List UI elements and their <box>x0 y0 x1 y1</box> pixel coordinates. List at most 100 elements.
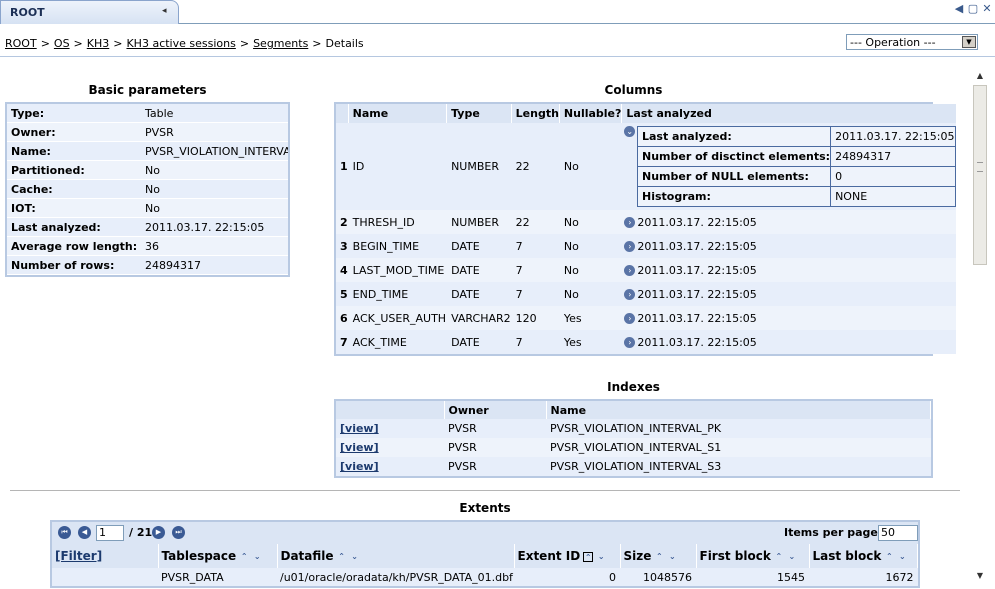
sort-asc-icon[interactable]: ⌃ <box>337 552 347 562</box>
indexes-title: Indexes <box>607 380 660 394</box>
breadcrumb-kh3[interactable]: KH3 <box>87 37 109 50</box>
collapse-icon[interactable]: ⌄ <box>624 126 635 137</box>
ext-header-size[interactable]: Size ⌃ ⌄ <box>620 544 697 568</box>
expand-icon[interactable]: › <box>624 337 636 348</box>
column-type: NUMBER <box>446 123 512 210</box>
columns-title: Columns <box>604 83 663 97</box>
idx-header-owner: Owner <box>444 401 547 419</box>
breadcrumb-os[interactable]: OS <box>54 37 70 50</box>
ext-header-first-block[interactable]: First block ⌃ ⌄ <box>696 544 810 568</box>
view-link[interactable]: [view] <box>340 422 379 435</box>
table-row: 5 END_TIME DATE 7 No › 2011.03.17. 22:15:05 <box>336 282 957 306</box>
table-row: 2 THRESH_ID NUMBER 22 No › 2011.03.17. 22:15:0… <box>336 210 957 234</box>
column-nullable: Yes <box>559 330 622 354</box>
sort-desc-icon[interactable]: ⌄ <box>252 552 262 562</box>
expand-icon[interactable]: › <box>624 265 636 276</box>
index-name: PVSR_VIOLATION_INTERVAL_PK <box>546 419 931 438</box>
last-analyzed-value: 2011.03.17. 22:15:05 <box>637 263 757 277</box>
column-length: 7 <box>511 330 560 354</box>
close-icon[interactable]: ✕ <box>981 2 993 16</box>
row-number: 5 <box>336 282 349 306</box>
breadcrumb-root[interactable]: ROOT <box>5 37 37 50</box>
param-key: Owner: <box>11 126 56 139</box>
col-header-type: Type <box>446 104 512 123</box>
breadcrumb-kh3-active-sessions[interactable]: KH3 active sessions <box>126 37 235 50</box>
column-nullable: Yes <box>559 306 622 330</box>
last-analyzed-value: 2011.03.17. 22:15:05 <box>637 335 757 349</box>
scrollbar-thumb[interactable] <box>973 85 987 265</box>
row-number: 6 <box>336 306 349 330</box>
collapse-arrow-icon[interactable]: ◂ <box>162 6 167 16</box>
sort-asc-icon[interactable]: ⌃ <box>239 552 249 562</box>
sort-desc-icon[interactable]: ⌄ <box>787 552 797 562</box>
tab-root[interactable]: ROOT ◂ <box>0 0 179 24</box>
column-last-analyzed: › 2011.03.17. 22:15:05 <box>621 258 957 282</box>
ext-header-tablespace[interactable]: Tablespace ⌃ ⌄ <box>158 544 278 568</box>
previous-page-icon[interactable]: ◀ <box>78 526 91 539</box>
table-row: [view] PVSR PVSR_VIOLATION_INTERVAL_S3 <box>336 457 931 476</box>
table-row: Number of NULL elements: 0 <box>636 166 956 187</box>
filter-link[interactable]: [Filter] <box>52 544 159 568</box>
vertical-scrollbar[interactable]: ▲ ▼ <box>972 67 988 583</box>
sort-desc-icon[interactable]: ⌄ <box>667 552 677 562</box>
maximize-icon[interactable]: ▢ <box>967 2 979 16</box>
table-row: Owner: PVSR <box>7 123 288 142</box>
details-content: Basic parameters Type: Table Owner: PVSR Nam… <box>0 58 970 589</box>
param-key: Last analyzed: <box>11 221 101 234</box>
row-number: 2 <box>336 210 349 234</box>
previous-arrow-icon[interactable]: ◀ <box>953 2 965 16</box>
first-page-icon[interactable]: ⏮ <box>58 526 71 539</box>
param-key: Average row length: <box>11 240 138 253</box>
extent-last-block: 1672 <box>809 568 918 586</box>
column-nullable: No <box>559 282 622 306</box>
ext-header-datafile[interactable]: Datafile ⌃ ⌄ <box>277 544 515 568</box>
sort-desc-icon[interactable]: ⌄ <box>350 552 360 562</box>
view-link[interactable]: [view] <box>340 460 379 473</box>
param-value: No <box>145 164 160 177</box>
sort-desc-icon[interactable]: ⌄ <box>897 552 907 562</box>
index-owner: PVSR <box>444 419 546 438</box>
sort-desc-icon[interactable]: ⌄ <box>596 552 606 562</box>
column-last-analyzed: › 2011.03.17. 22:15:05 <box>621 210 957 234</box>
last-page-icon[interactable]: ⏭ <box>172 526 185 539</box>
next-page-icon[interactable]: ▶ <box>152 526 165 539</box>
param-value: PVSR_VIOLATION_INTERVAL <box>145 145 288 158</box>
pager: ⏮ ◀ 1 / 21 ▶ ⏭ Items per page: 50 <box>52 522 918 544</box>
tab-bar: ROOT ◂ ◀ ▢ ✕ <box>0 0 995 24</box>
column-details-subtable: Last analyzed: 2011.03.17. 22:15:05 Number… <box>636 126 956 207</box>
sort-asc-icon[interactable]: ⌃ <box>884 552 894 562</box>
items-per-page-input[interactable]: 50 <box>878 525 918 541</box>
param-value: No <box>145 183 160 196</box>
column-name: BEGIN_TIME <box>348 234 447 258</box>
index-view-cell: [view] <box>336 438 444 457</box>
sort-asc-icon[interactable]: ⌃ <box>583 551 594 562</box>
expand-icon[interactable]: › <box>624 289 636 300</box>
extent-id: 0 <box>514 568 620 586</box>
column-type: VARCHAR2 <box>446 306 512 330</box>
scroll-down-icon[interactable]: ▼ <box>975 571 985 581</box>
sort-asc-icon[interactable]: ⌃ <box>654 552 664 562</box>
expand-icon[interactable]: › <box>624 241 636 252</box>
column-last-analyzed: › 2011.03.17. 22:15:05 <box>621 234 957 258</box>
ext-header-extent-id[interactable]: Extent ID ⌃ ⌄ <box>514 544 621 568</box>
extents-header-row: [Filter] Tablespace ⌃ ⌄ Datafile ⌃ ⌄ Extent … <box>52 544 918 568</box>
chevron-down-icon[interactable]: ▼ <box>962 36 976 48</box>
view-link[interactable]: [view] <box>340 441 379 454</box>
detail-key: Number of NULL elements: <box>636 166 832 187</box>
scroll-up-icon[interactable]: ▲ <box>975 71 985 81</box>
expand-icon[interactable]: › <box>624 217 636 228</box>
page-total: / 21 <box>129 526 153 539</box>
section-divider <box>10 490 960 491</box>
ext-header-last-block[interactable]: Last block ⌃ ⌄ <box>809 544 918 568</box>
operation-select[interactable]: --- Operation --- ▼ <box>846 34 978 50</box>
col-header-name: Name <box>348 104 448 123</box>
table-row: Name: PVSR_VIOLATION_INTERVAL <box>7 142 288 161</box>
page-number-input[interactable]: 1 <box>96 525 124 541</box>
expand-icon[interactable]: › <box>624 313 636 324</box>
breadcrumb-segments[interactable]: Segments <box>253 37 308 50</box>
detail-value: 2011.03.17. 22:15:05 <box>830 126 956 147</box>
sort-asc-icon[interactable]: ⌃ <box>774 552 784 562</box>
tab-title: ROOT <box>10 6 45 19</box>
items-per-page-label: Items per page: <box>784 526 883 539</box>
param-value: PVSR <box>145 126 174 139</box>
